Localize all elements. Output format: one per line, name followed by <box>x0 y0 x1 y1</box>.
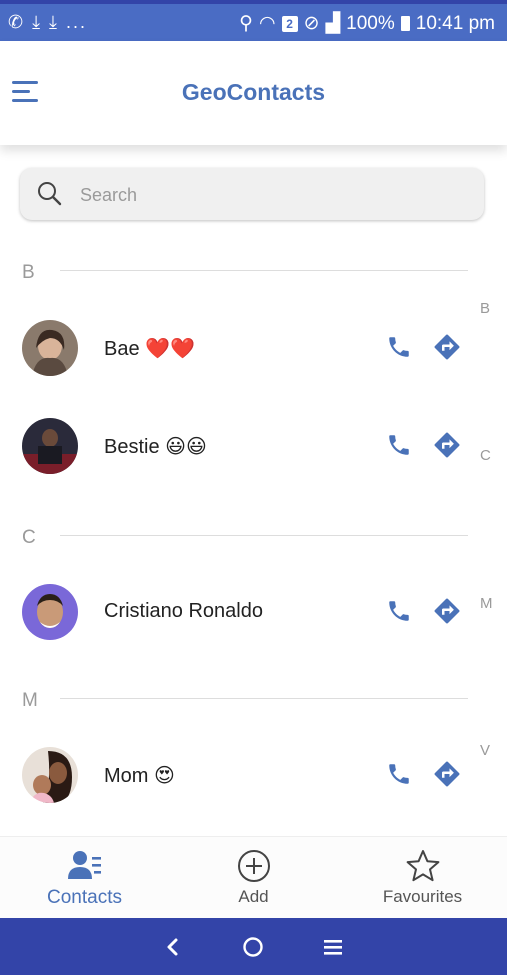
index-letter-m[interactable]: M <box>480 595 493 612</box>
avatar <box>22 320 78 376</box>
contacts-icon <box>67 851 101 879</box>
add-circle-icon <box>237 850 270 882</box>
contact-name: Mom 😍 <box>104 765 175 787</box>
system-nav-bar <box>0 918 507 975</box>
sim-badge: 2 <box>281 15 298 32</box>
section-header-m: M <box>22 690 38 711</box>
battery-icon <box>400 16 410 31</box>
contact-row[interactable]: Cristiano Ronaldo <box>0 582 470 642</box>
directions-icon[interactable] <box>432 596 462 626</box>
contact-name: Bestie 😃😃 <box>104 436 207 458</box>
contact-name: Bae ❤️❤️ <box>104 338 195 360</box>
index-letter-b[interactable]: B <box>480 300 490 317</box>
signal-icon: ▟ <box>325 13 341 34</box>
recents-icon[interactable] <box>320 934 346 960</box>
search-icon <box>38 182 62 206</box>
contact-name: Cristiano Ronaldo <box>104 600 263 622</box>
home-icon[interactable] <box>240 934 266 960</box>
tab-favourites[interactable]: Favourites <box>338 837 507 919</box>
avatar <box>22 418 78 474</box>
tab-label: Contacts <box>47 887 122 908</box>
section-divider <box>60 698 468 699</box>
call-icon[interactable] <box>386 761 412 787</box>
app-bar: GeoContacts <box>0 41 507 145</box>
call-icon[interactable] <box>386 432 412 458</box>
tab-contacts[interactable]: Contacts <box>0 837 169 919</box>
contact-row[interactable]: Bestie 😃😃 <box>0 416 470 476</box>
tab-label: Favourites <box>382 887 463 906</box>
section-divider <box>60 270 468 271</box>
directions-icon[interactable] <box>432 759 462 789</box>
tab-add[interactable]: Add <box>169 837 338 919</box>
bottom-navigation: Contacts Add Favourites <box>0 836 507 919</box>
clock: 10:41 pm <box>415 12 495 34</box>
search-bar[interactable] <box>20 168 484 220</box>
star-icon <box>406 850 439 882</box>
avatar <box>22 584 78 640</box>
wifi-icon: ◠ <box>259 13 276 34</box>
back-icon[interactable] <box>160 934 186 960</box>
status-bar: ✆ ⤓ ⤓ ... ⚲ ◠ 2 ⊘ ▟ 100% 10:41 pm <box>0 0 507 41</box>
section-header-c: C <box>22 527 36 548</box>
directions-icon[interactable] <box>432 332 462 362</box>
avatar <box>22 747 78 803</box>
index-letter-v[interactable]: V <box>480 742 490 759</box>
app-title: GeoContacts <box>181 79 326 105</box>
directions-icon[interactable] <box>432 430 462 460</box>
section-divider <box>60 535 468 536</box>
call-icon[interactable] <box>386 598 412 624</box>
call-icon[interactable] <box>386 334 412 360</box>
contact-row[interactable]: Bae ❤️❤️ <box>0 318 470 378</box>
status-indicators: ⚲ ◠ 2 ⊘ ▟ 100% 10:41 pm <box>239 12 495 35</box>
location-icon: ⚲ <box>239 13 254 34</box>
battery-percent: 100% <box>346 12 395 34</box>
index-letter-c[interactable]: C <box>480 447 491 464</box>
contact-row[interactable]: Mom 😍 <box>0 745 470 805</box>
dnd-icon: ⊘ <box>303 13 320 34</box>
notification-icons: ✆ ⤓ ⤓ ... <box>8 12 87 32</box>
search-input[interactable] <box>78 176 462 214</box>
tab-label: Add <box>238 887 269 906</box>
section-header-b: B <box>22 262 35 283</box>
